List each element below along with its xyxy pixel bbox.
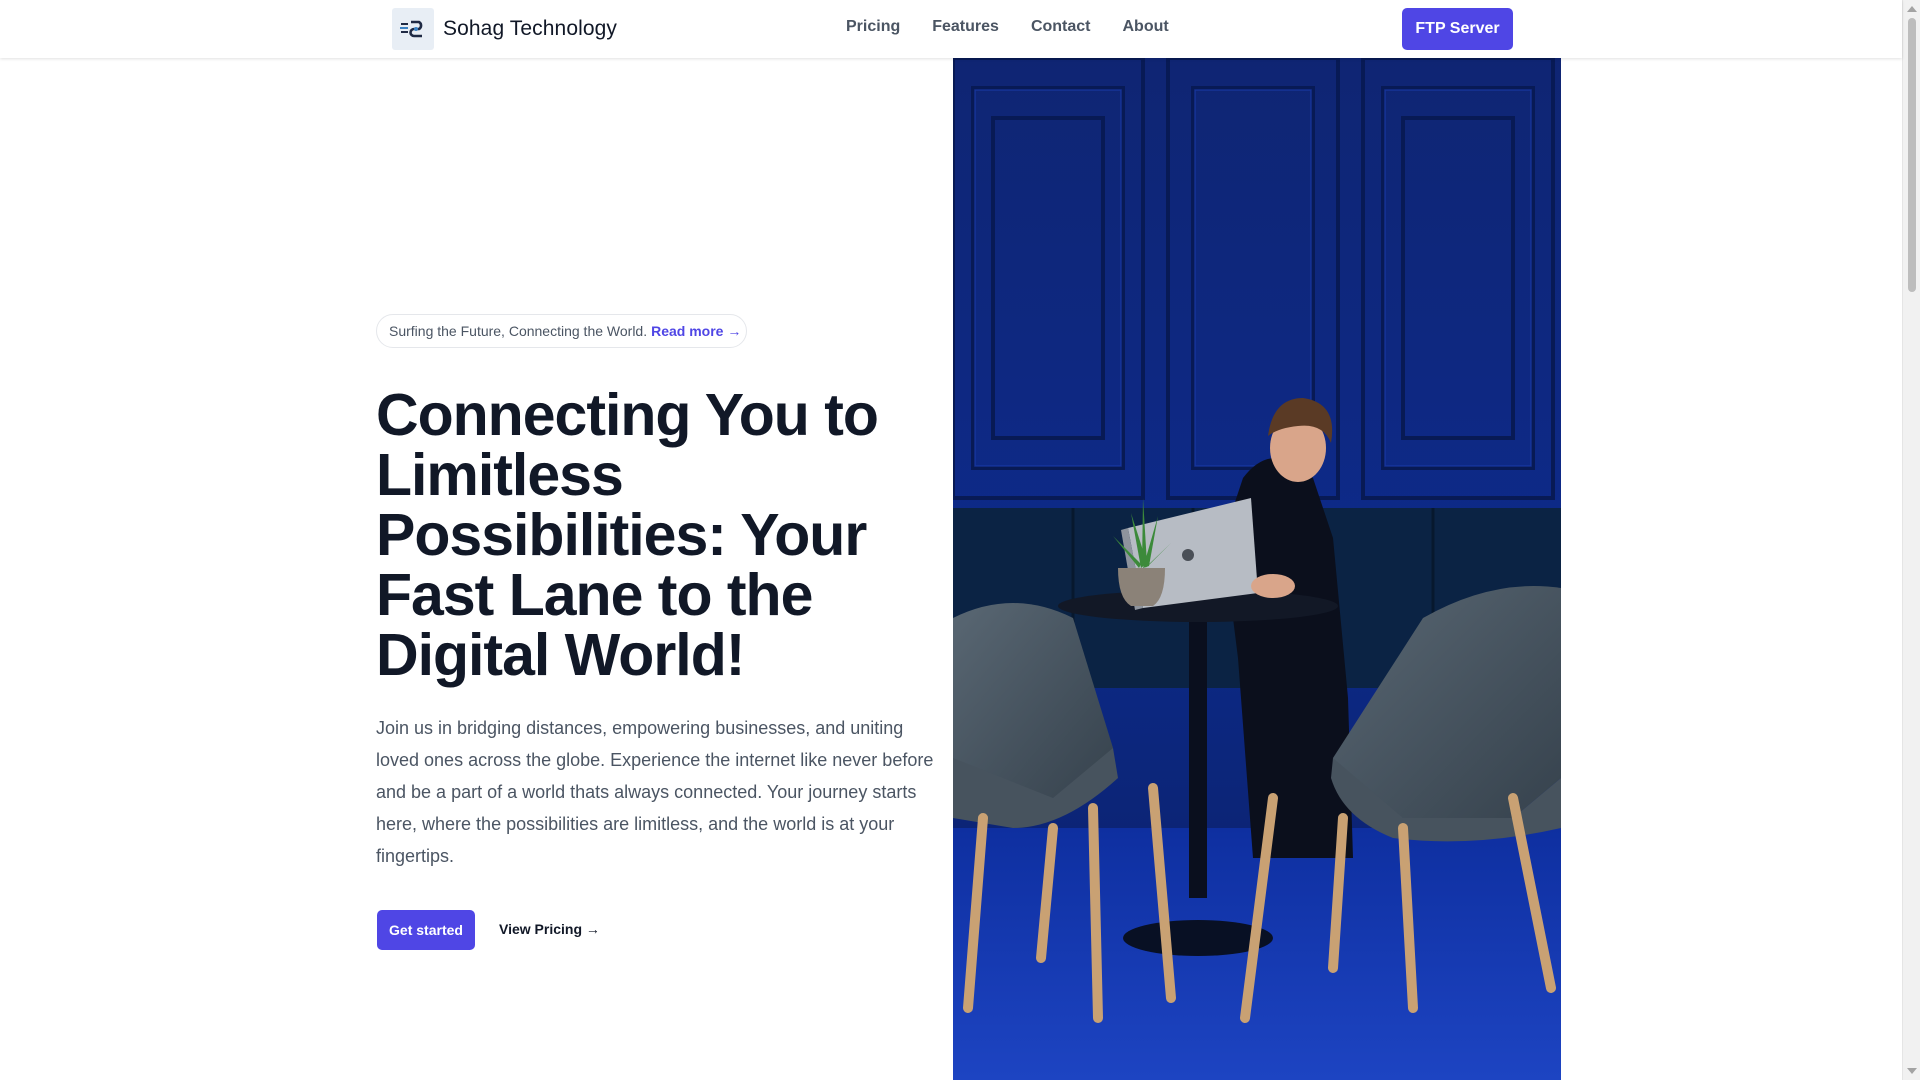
nav-pricing[interactable]: Pricing bbox=[846, 18, 900, 36]
brand-name: Sohag Technology bbox=[443, 17, 618, 40]
view-pricing-link[interactable]: View Pricing → bbox=[499, 921, 600, 937]
announcement-pill: Surfing the Future, Connecting the World… bbox=[376, 314, 747, 348]
site-header: Sohag Technology Pricing Features Contac… bbox=[0, 0, 1902, 58]
nav-features[interactable]: Features bbox=[932, 18, 999, 36]
announcement-text: Surfing the Future, Connecting the World… bbox=[389, 323, 648, 339]
read-more-link[interactable]: Read more → bbox=[651, 323, 741, 339]
sohag-logo-icon bbox=[392, 8, 434, 50]
scroll-up-icon[interactable] bbox=[1907, 6, 1917, 12]
get-started-button[interactable]: Get started bbox=[377, 910, 475, 950]
hero-description: Join us in bridging distances, empowerin… bbox=[376, 718, 934, 866]
main-nav: Pricing Features Contact About bbox=[846, 18, 1201, 36]
brand-link[interactable]: Sohag Technology bbox=[392, 8, 617, 50]
page-scrollbar[interactable] bbox=[1902, 0, 1920, 1080]
hero-headline: Connecting You to Limitless Possibilitie… bbox=[376, 382, 879, 688]
nav-contact[interactable]: Contact bbox=[1031, 18, 1091, 36]
hero-photo bbox=[953, 58, 1561, 1080]
ftp-server-button[interactable]: FTP Server bbox=[1402, 8, 1513, 50]
nav-about[interactable]: About bbox=[1123, 18, 1169, 36]
scroll-down-icon[interactable] bbox=[1907, 1068, 1917, 1074]
scrollbar-thumb[interactable] bbox=[1908, 18, 1916, 292]
